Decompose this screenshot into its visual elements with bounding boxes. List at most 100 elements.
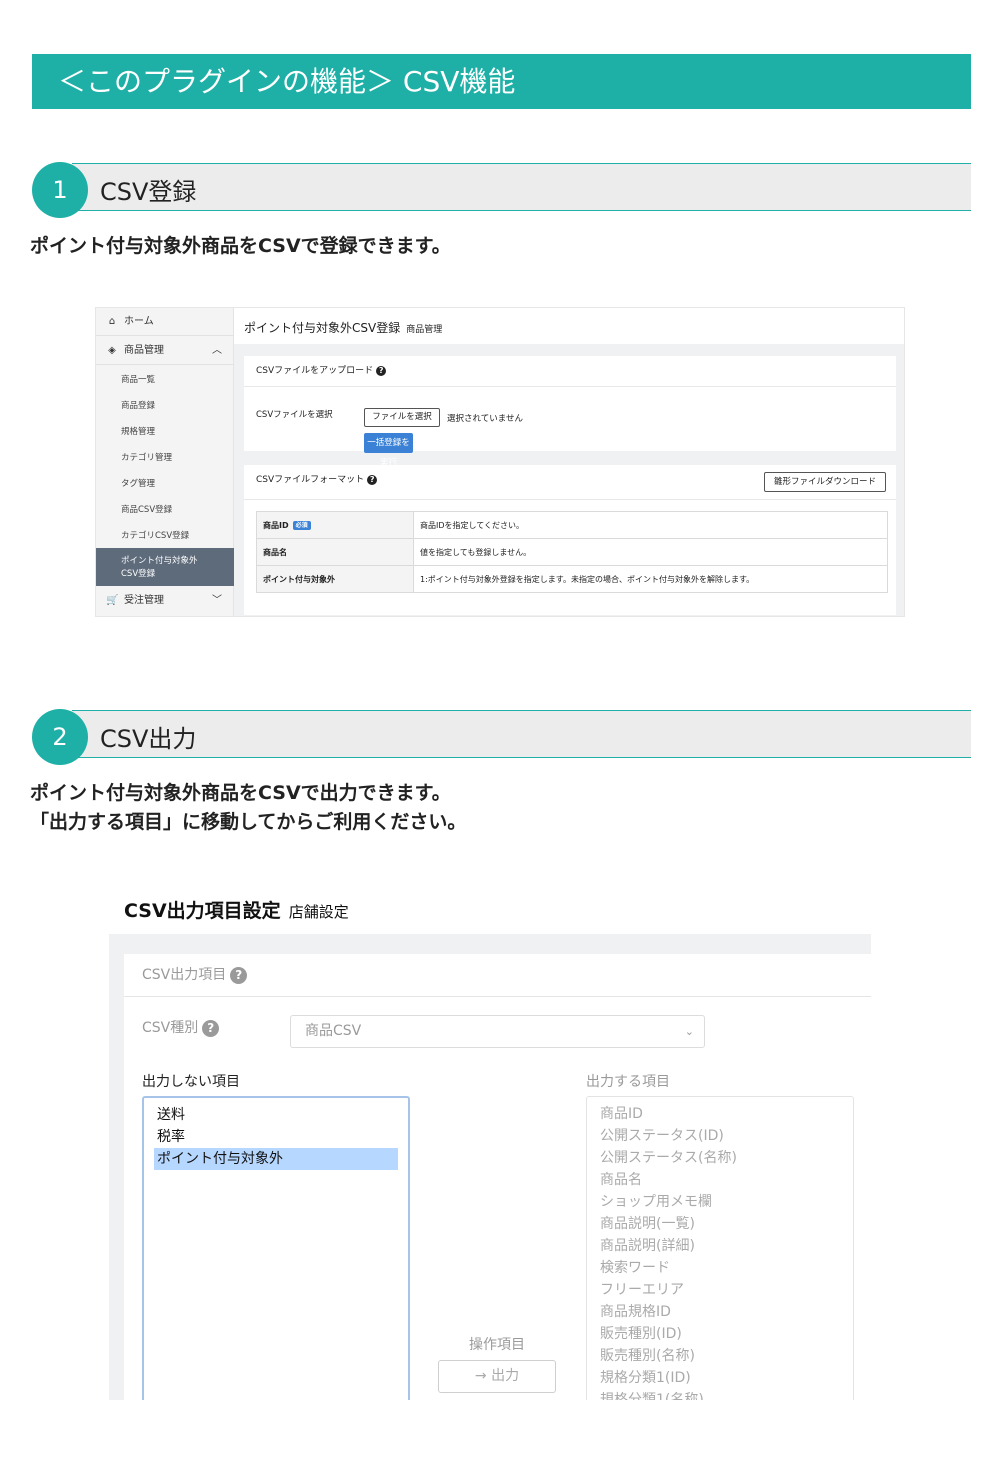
list-item-selected[interactable]: ポイント付与対象外	[154, 1148, 398, 1170]
admin-main: ポイント付与対象外CSV登録 商品管理 CSVファイルをアップロード? CSVファ…	[234, 308, 904, 616]
bulk-register-button[interactable]: 一括登録を実行	[364, 433, 413, 468]
sidebar-subitem[interactable]: 商品一覧	[121, 373, 155, 385]
sidebar-item-label: 商品管理	[124, 345, 164, 356]
included-items-list[interactable]: 商品ID 公開ステータス(ID) 公開ステータス(名称) 商品名 ショップ用メモ…	[586, 1096, 854, 1400]
section-title: CSV出力	[100, 725, 197, 753]
output-button[interactable]: → 出力	[438, 1360, 556, 1393]
csv-type-label: CSV種別?	[142, 1017, 220, 1037]
operation-label: 操作項目	[469, 1337, 525, 1353]
table-key-cell: ポイント付与対象外	[256, 565, 414, 593]
table-row: ポイント付与対象外 1:ポイント付与対象外登録を指定します。未指定の場合、ポイン…	[256, 565, 888, 593]
description-line: ポイント付与対象外商品をCSVで出力できます。	[30, 782, 451, 804]
page-subtitle: 店舗設定	[288, 903, 349, 921]
sidebar-active-label-2: CSV登録	[121, 569, 156, 579]
sidebar-subitem[interactable]: 商品登録	[121, 399, 155, 411]
sidebar-subitem[interactable]: カテゴリCSV登録	[121, 529, 189, 541]
home-icon: ⌂	[108, 316, 116, 327]
sidebar-item-home[interactable]: ⌂ ホーム	[96, 308, 234, 336]
sidebar-item-products[interactable]: ◈ 商品管理 ︿	[96, 337, 234, 365]
sidebar-item-orders[interactable]: 🛒 受注管理 ﹀	[96, 587, 234, 615]
chevron-down-icon: ﹀	[212, 595, 222, 606]
list-item[interactable]: 商品名	[600, 1169, 840, 1191]
list-item[interactable]: 送料	[154, 1104, 398, 1126]
table-value-cell: 1:ポイント付与対象外登録を指定します。未指定の場合、ポイント付与対象外を解除し…	[413, 565, 888, 593]
table-value-cell: 値を指定しても登録しません。	[413, 538, 888, 566]
section-number-badge: 2	[32, 709, 88, 765]
sidebar-item-label: 受注管理	[124, 595, 164, 606]
list-item[interactable]: 公開ステータス(名称)	[600, 1147, 840, 1169]
excluded-items-list[interactable]: 送料 税率 ポイント付与対象外	[142, 1096, 410, 1400]
card-header-title: CSV出力項目	[142, 967, 227, 983]
help-icon[interactable]: ?	[376, 365, 387, 376]
description-line: 「出力する項目」に移動してからご利用ください。	[30, 811, 467, 833]
sidebar-subitem[interactable]: カテゴリ管理	[121, 451, 172, 463]
table-key-cell: 商品ID 必須	[256, 511, 414, 539]
csv-type-value: 商品CSV	[305, 1023, 362, 1039]
csv-type-select[interactable]: 商品CSV ⌄	[290, 1015, 705, 1048]
page-title: ポイント付与対象外CSV登録 商品管理	[244, 319, 442, 336]
help-icon[interactable]: ?	[202, 1019, 220, 1037]
upload-card-title: CSVファイルをアップロード	[256, 366, 374, 376]
cart-icon: 🛒	[106, 595, 119, 606]
list-item[interactable]: 商品説明(一覧)	[600, 1213, 840, 1235]
list-item[interactable]: ショップ用メモ欄	[600, 1191, 840, 1213]
section-2-header: 2 CSV出力	[32, 709, 971, 765]
help-icon[interactable]: ?	[230, 966, 248, 984]
list-item[interactable]: 規格分類1(ID)	[600, 1367, 840, 1389]
csv-output-screenshot: CSV出力項目? CSV種別? 商品CSV ⌄ 出力しない項目 出力する項目 送…	[109, 934, 871, 1400]
chevron-up-icon: ︿	[212, 345, 222, 356]
help-icon[interactable]: ?	[367, 474, 378, 485]
table-row: 商品名 値を指定しても登録しません。	[256, 538, 888, 566]
choose-file-button[interactable]: ファイルを選択	[364, 408, 440, 427]
list-item[interactable]: 検索ワード	[600, 1257, 840, 1279]
csv-output-card: CSV出力項目? CSV種別? 商品CSV ⌄ 出力しない項目 出力する項目 送…	[124, 954, 871, 1400]
section-header-bar	[72, 163, 971, 211]
list-item[interactable]: フリーエリア	[600, 1279, 840, 1301]
list-item[interactable]: 公開ステータス(ID)	[600, 1125, 840, 1147]
list-item[interactable]: 販売種別(ID)	[600, 1323, 840, 1345]
section-header-bar	[72, 710, 971, 758]
upload-card: CSVファイルをアップロード? CSVファイルを選択 ファイルを選択 選択されて…	[244, 356, 896, 468]
sidebar-subitem[interactable]: 規格管理	[121, 425, 155, 437]
sidebar-subitem-active[interactable]: ポイント付与対象外 CSV登録	[96, 548, 234, 586]
excluded-items-label: 出力しない項目	[142, 1074, 240, 1090]
format-card-title: CSVファイルフォーマット	[256, 475, 365, 485]
chevron-down-icon: ⌄	[684, 1025, 694, 1038]
list-item[interactable]: 商品説明(詳細)	[600, 1235, 840, 1257]
list-item[interactable]: 商品規格ID	[600, 1301, 840, 1323]
sidebar-item-label: ホーム	[124, 316, 154, 327]
page-subtitle: 商品管理	[406, 325, 443, 335]
file-field-label: CSVファイルを選択	[256, 410, 333, 420]
file-status: 選択されていません	[447, 414, 523, 424]
table-value-cell: 商品IDを指定してください。	[413, 511, 888, 539]
format-card-header: CSVファイルフォーマット? 雛形ファイルダウンロード	[244, 465, 896, 500]
csv-type-label-text: CSV種別	[142, 1020, 199, 1036]
template-download-button[interactable]: 雛形ファイルダウンロード	[764, 472, 886, 492]
table-key: 商品ID	[263, 520, 289, 530]
csv-output-page-title: CSV出力項目設定 店舗設定	[124, 896, 349, 923]
table-row: 商品ID 必須 商品IDを指定してください。	[256, 511, 888, 539]
sidebar-subitem[interactable]: 商品CSV登録	[121, 503, 172, 515]
section-title: CSV登録	[100, 178, 197, 206]
format-table: 商品ID 必須 商品IDを指定してください。 商品名 値を指定しても登録しません。…	[256, 511, 888, 593]
upload-card-header: CSVファイルをアップロード?	[244, 356, 896, 387]
included-items-label: 出力する項目	[586, 1074, 670, 1090]
section-1-description: ポイント付与対象外商品をCSVで登録できます。	[30, 235, 451, 257]
section-number-badge: 1	[32, 162, 88, 218]
cube-icon: ◈	[108, 345, 116, 356]
list-item[interactable]: 商品ID	[600, 1103, 840, 1125]
format-card: CSVファイルフォーマット? 雛形ファイルダウンロード 商品ID 必須 商品IDを…	[244, 465, 896, 615]
required-badge: 必須	[292, 520, 311, 530]
card-header: CSV出力項目?	[124, 954, 871, 997]
csv-upload-screenshot: ⌂ ホーム ◈ 商品管理 ︿ 商品一覧 商品登録 規格管理 カテゴリ管理 タグ管理 …	[95, 307, 905, 617]
sidebar-subitem[interactable]: タグ管理	[121, 477, 155, 489]
list-item[interactable]: 販売種別(名称)	[600, 1345, 840, 1367]
admin-sidebar: ⌂ ホーム ◈ 商品管理 ︿ 商品一覧 商品登録 規格管理 カテゴリ管理 タグ管理 …	[96, 308, 234, 616]
list-item[interactable]: 規格分類1(名称)	[600, 1389, 840, 1400]
section-1-header: 1 CSV登録	[32, 162, 971, 218]
section-2-description: ポイント付与対象外商品をCSVで出力できます。 「出力する項目」に移動してからご…	[30, 779, 466, 837]
feature-banner: ＜このプラグインの機能＞ CSV機能	[32, 54, 971, 109]
list-item[interactable]: 税率	[154, 1126, 398, 1148]
sidebar-active-label-1: ポイント付与対象外	[121, 556, 198, 566]
content-area: CSVファイルをアップロード? CSVファイルを選択 ファイルを選択 選択されて…	[234, 344, 904, 616]
